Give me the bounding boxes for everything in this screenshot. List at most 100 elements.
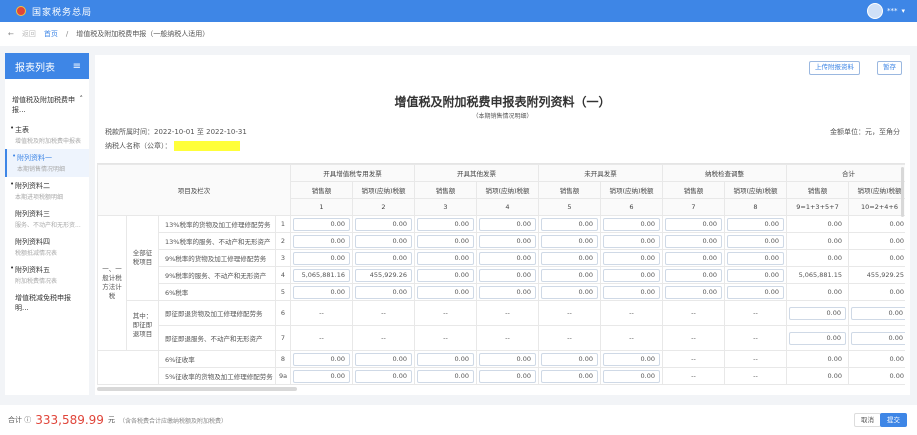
- sidebar-item[interactable]: 附列资料四 税额抵减情况表: [5, 233, 89, 261]
- amount-input[interactable]: 0.00: [541, 369, 598, 383]
- amount-input[interactable]: 0.00: [727, 234, 784, 248]
- avatar[interactable]: [866, 3, 883, 19]
- total-currency: 元: [107, 416, 115, 424]
- amount-input[interactable]: 0.00: [541, 251, 598, 265]
- header-tax: 销项(应纳)税额: [352, 181, 415, 199]
- amount-input[interactable]: 0.00: [603, 268, 660, 282]
- menu-icon[interactable]: ≡: [73, 61, 81, 72]
- amount-input[interactable]: 0.00: [293, 234, 350, 248]
- row-label: 9%税率的货物及加工修理修配劳务: [158, 249, 276, 267]
- amount-value: 0.00: [848, 367, 905, 385]
- amount-input[interactable]: 0.00: [541, 268, 598, 282]
- amount-input[interactable]: 0.00: [293, 369, 350, 383]
- table-row: 5%征收率的货物及加工修理修配劳务 9a 0.00 0.00 0.00 0.00 0.00 0…: [98, 367, 905, 385]
- user-menu[interactable]: *** ▾: [866, 3, 905, 19]
- back-link[interactable]: 返回: [22, 29, 36, 39]
- header-colnum: 6: [600, 198, 663, 216]
- amount-input[interactable]: 0.00: [417, 217, 474, 231]
- amount-input[interactable]: 0.00: [789, 306, 846, 320]
- amount-value: --: [724, 350, 787, 368]
- amount-input[interactable]: 0.00: [665, 285, 722, 299]
- save-draft-button[interactable]: 暂存: [877, 61, 902, 75]
- amount-input[interactable]: 0.00: [665, 268, 722, 282]
- table-row: 一、一般计税方法计税 全部征税项目 13%税率的货物及加工修理修配劳务 1 0.00 0.…: [97, 215, 905, 351]
- breadcrumb-home[interactable]: 首页: [44, 29, 58, 39]
- amount-input[interactable]: 0.00: [479, 369, 536, 383]
- amount-input[interactable]: 455,929.26: [355, 268, 412, 282]
- sidebar-item[interactable]: 增值税减免税申报明...: [5, 289, 89, 317]
- amount-input[interactable]: 0.00: [417, 369, 474, 383]
- amount-input[interactable]: 0.00: [603, 369, 660, 383]
- amount-input[interactable]: 0.00: [355, 234, 412, 248]
- sidebar-item[interactable]: 附列资料五附加税费情况表: [5, 261, 89, 289]
- amount-input[interactable]: 0.00: [603, 251, 660, 265]
- top-bar: 国家税务总局 *** ▾: [0, 0, 917, 22]
- amount-input[interactable]: 0.00: [603, 234, 660, 248]
- amount-input[interactable]: 0.00: [479, 352, 536, 366]
- upload-attachment-button[interactable]: 上传附报资料: [809, 61, 860, 75]
- amount-input[interactable]: 0.00: [417, 268, 474, 282]
- amount-input[interactable]: 0.00: [479, 234, 536, 248]
- amount-value: --: [662, 350, 725, 368]
- amount-input[interactable]: 0.00: [727, 285, 784, 299]
- amount-input[interactable]: 0.00: [479, 268, 536, 282]
- amount-input[interactable]: 0.00: [541, 285, 598, 299]
- vertical-scrollbar[interactable]: [901, 167, 904, 217]
- sidebar-item[interactable]: 附列资料二本期进项税额明细: [5, 177, 89, 205]
- amount-input[interactable]: 0.00: [417, 234, 474, 248]
- horizontal-scrollbar[interactable]: [97, 387, 297, 391]
- amount-input[interactable]: 0.00: [293, 251, 350, 265]
- amount-input[interactable]: 0.00: [727, 217, 784, 231]
- amount-input[interactable]: 0.00: [789, 331, 846, 345]
- amount-input[interactable]: 0.00: [293, 285, 350, 299]
- sidebar-item[interactable]: 附列资料一本期销售情况明细: [5, 149, 89, 177]
- header-colnum: 7: [662, 198, 725, 216]
- amount-input[interactable]: 0.00: [355, 369, 412, 383]
- amount-input[interactable]: 0.00: [479, 285, 536, 299]
- sidebar-group[interactable]: 增值税及附加税费申报... ˄: [5, 79, 89, 121]
- amount-input[interactable]: 5,065,881.16: [293, 268, 350, 282]
- amount-unit: 金额单位：元，至角分: [830, 128, 900, 136]
- sidebar-item-sub: 本期销售情况明细: [17, 166, 66, 173]
- amount-input[interactable]: 0.00: [293, 217, 350, 231]
- amount-value: --: [600, 325, 663, 351]
- amount-input[interactable]: 0.00: [603, 217, 660, 231]
- amount-input[interactable]: 0.00: [727, 251, 784, 265]
- amount-input[interactable]: 0.00: [541, 234, 598, 248]
- amount-input[interactable]: 0.00: [541, 352, 598, 366]
- amount-input[interactable]: 0.00: [417, 251, 474, 265]
- amount-value: 0.00: [786, 283, 849, 301]
- amount-input[interactable]: 0.00: [479, 217, 536, 231]
- amount-input[interactable]: 0.00: [355, 217, 412, 231]
- amount-input[interactable]: 0.00: [417, 352, 474, 366]
- amount-input[interactable]: 0.00: [851, 331, 905, 345]
- amount-input[interactable]: 0.00: [603, 285, 660, 299]
- sidebar-item-label: 附列资料三: [15, 210, 50, 218]
- sidebar-item[interactable]: 主表增值税及附加税费申报表: [5, 121, 89, 149]
- sidebar-item[interactable]: 附列资料三 服务、不动产和无形资...: [5, 205, 89, 233]
- amount-value: --: [600, 300, 663, 326]
- cancel-button[interactable]: 取消: [854, 413, 881, 427]
- amount-input[interactable]: 0.00: [293, 352, 350, 366]
- amount-input[interactable]: 0.00: [355, 352, 412, 366]
- amount-input[interactable]: 0.00: [851, 306, 905, 320]
- row-number: 3: [275, 249, 291, 267]
- sales-table-container[interactable]: 项目及栏次 开具增值税专用发票 开具其他发票 未开具发票 纳税检查调整 合计 销售额 销项(应…: [97, 163, 905, 389]
- back-arrow-icon[interactable]: ←: [8, 30, 14, 38]
- header-tax: 销项(应纳)税额: [476, 181, 539, 199]
- amount-input[interactable]: 0.00: [603, 352, 660, 366]
- amount-input[interactable]: 0.00: [355, 285, 412, 299]
- amount-input[interactable]: 0.00: [665, 234, 722, 248]
- amount-input[interactable]: 0.00: [479, 251, 536, 265]
- sidebar-item-label: 主表: [15, 126, 29, 134]
- amount-input[interactable]: 0.00: [665, 217, 722, 231]
- user-name: ***: [886, 7, 898, 15]
- amount-input[interactable]: 0.00: [665, 251, 722, 265]
- subsection-immediate-refund: 其中：即征即退项目: [126, 300, 159, 351]
- amount-value: --: [724, 300, 787, 326]
- amount-input[interactable]: 0.00: [355, 251, 412, 265]
- amount-input[interactable]: 0.00: [417, 285, 474, 299]
- submit-button[interactable]: 提交: [880, 413, 907, 427]
- amount-input[interactable]: 0.00: [727, 268, 784, 282]
- amount-input[interactable]: 0.00: [541, 217, 598, 231]
